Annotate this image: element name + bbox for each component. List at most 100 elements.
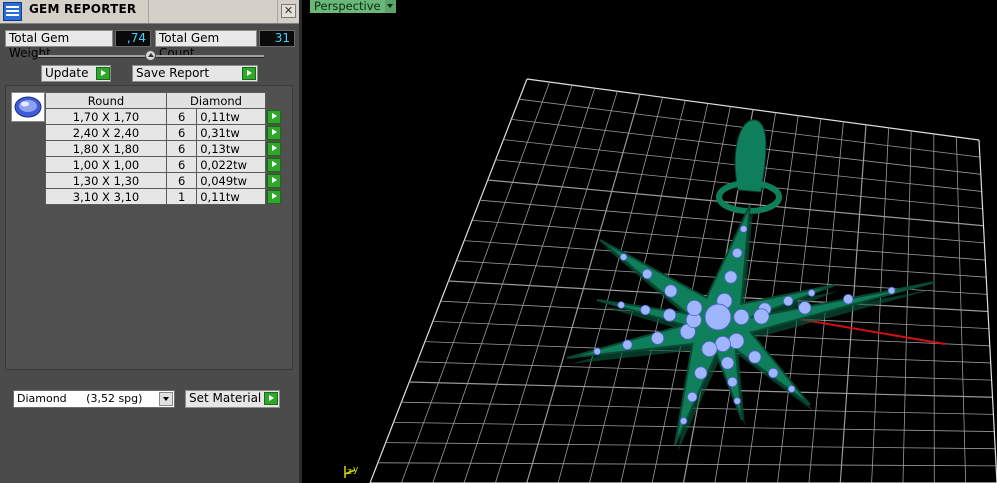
gem-stone [686,299,703,316]
gem-size: 1,80 X 1,80 [45,140,167,157]
gem-weight: 0,11tw [196,188,266,205]
gem-table: Round Diamond 1,70 X 1,70 6 0,11tw 2,40 … [45,92,282,205]
gem-stone [687,391,698,403]
gem-stone [617,301,626,309]
slider-thumb[interactable] [145,50,156,61]
total-gem-weight-value: ,74 [115,30,151,47]
gem-stone [748,350,762,364]
axis-triad: z y [344,465,359,478]
gem-size: 3,10 X 3,10 [45,188,167,205]
title-bar: GEM REPORTER ✕ [0,0,299,24]
gem-count: 6 [165,108,198,125]
y-axis-label: y [353,465,359,475]
viewport-scene[interactable]: z y [305,0,997,483]
play-arrow-icon[interactable] [267,109,281,124]
gem-weight: 0,022tw [196,156,266,173]
gem-count: 6 [165,124,198,141]
gem-stone [720,356,735,370]
table-row: 1,00 X 1,00 6 0,022tw [45,156,282,173]
gem-count: 6 [165,172,198,189]
table-row: 3,10 X 3,10 1 0,11tw [45,188,282,205]
play-arrow-icon [242,67,256,80]
gem-stone [787,385,796,393]
gem-stone [664,284,678,298]
play-arrow-icon[interactable] [267,173,281,188]
material-name: Diamond [17,392,67,405]
gem-stone [887,286,896,295]
table-row: 1,70 X 1,70 6 0,11tw [45,108,282,125]
chevron-down-icon[interactable] [385,0,396,13]
gem-count: 6 [165,140,198,157]
table-row: 2,40 X 2,40 6 0,31tw [45,124,282,141]
save-report-button[interactable]: Save Report [132,65,258,82]
gem-stone [650,331,665,345]
perspective-viewport[interactable]: z y Perspective [305,0,997,483]
gem-stone [694,366,708,380]
close-icon[interactable]: ✕ [281,4,296,18]
grid-line [933,133,935,483]
gem-stone [727,376,738,388]
gem-size: 1,30 X 1,30 [45,172,167,189]
gem-stone [642,268,653,280]
gem-stone [679,417,688,425]
gem-stone [768,367,779,379]
play-arrow-icon [96,67,110,80]
play-arrow-icon[interactable] [267,141,281,156]
material-select[interactable]: Diamond (3,52 spg) [13,390,175,408]
gem-weight: 0,049tw [196,172,266,189]
total-gem-count-label: Total Gem Count [155,30,257,60]
gem-size: 1,00 X 1,00 [45,156,167,173]
chevron-down-icon[interactable] [159,392,173,406]
play-arrow-icon[interactable] [267,189,282,204]
material-density: (3,52 spg) [86,392,143,405]
gem-weight: 0,31tw [196,124,266,141]
star-pendant-model [566,119,938,451]
gem-stone [807,289,816,297]
gem-table-header: Round Diamond [45,92,282,109]
gem-weight: 0,11tw [196,108,266,125]
gem-reporter-panel: GEM REPORTER ✕ Total Gem Weight ,74 Tota… [0,0,302,483]
gem-stone [714,335,731,352]
gem-stone [739,225,748,233]
gem-stone [701,340,718,357]
gem-stone [724,270,738,284]
material-header: Diamond [166,92,266,109]
table-row: 1,80 X 1,80 6 0,13tw [45,140,282,157]
gem-reporter-icon [3,2,22,21]
gem-stone [593,347,602,356]
gem-stone [619,253,628,261]
gem-count: 6 [165,156,198,173]
z-axis-label: z [347,467,352,477]
update-button-label: Update [45,66,89,80]
center-gem-stone [704,303,732,331]
play-arrow-icon[interactable] [267,157,281,172]
play-arrow-icon[interactable] [267,125,281,140]
table-row: 1,30 X 1,30 6 0,049tw [45,172,282,189]
star-body [566,204,936,446]
save-report-button-label: Save Report [136,66,210,80]
gem-count: 1 [165,188,198,205]
set-material-button-label: Set Material [189,391,262,405]
set-material-button[interactable]: Set Material [185,390,280,408]
gem-size: 1,70 X 1,70 [45,108,167,125]
gem-stone [640,304,651,316]
shape-header: Round [45,92,167,109]
gem-preview-icon[interactable] [11,92,45,122]
update-button[interactable]: Update [41,65,111,82]
total-gem-count-value: 31 [259,30,295,47]
gem-size: 2,40 X 2,40 [45,124,167,141]
viewport-tab[interactable]: Perspective [310,0,385,13]
gem-stone [798,301,812,315]
gem-stone [622,339,633,351]
gem-stone [783,295,794,307]
gem-stone [843,294,854,305]
gem-stone [733,397,742,405]
total-gem-weight-label: Total Gem Weight [5,30,113,60]
gem-stone [733,308,750,325]
gem-stone [728,332,745,349]
gem-stone [732,247,743,259]
gem-weight: 0,13tw [196,140,266,157]
window-title: GEM REPORTER [29,2,137,16]
gem-stone [753,308,770,325]
play-arrow-icon [264,392,278,405]
